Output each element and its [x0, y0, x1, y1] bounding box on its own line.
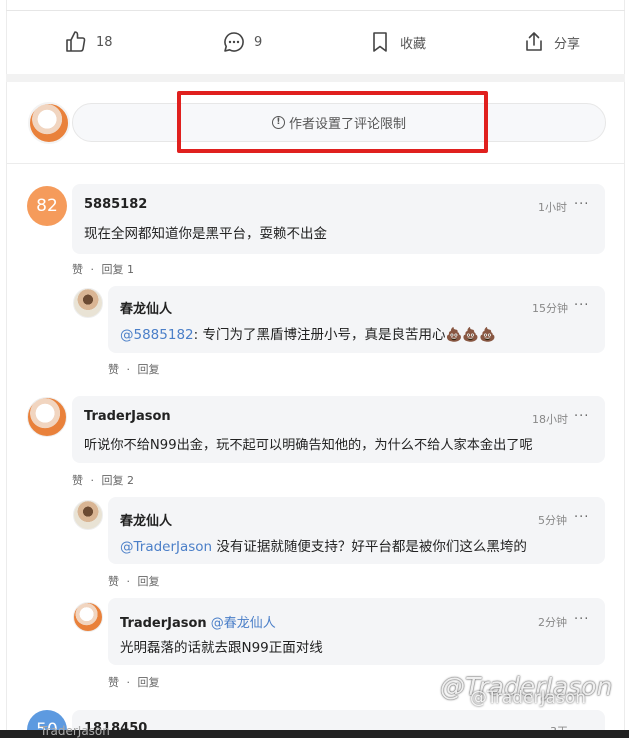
comment-text: 现在全网都知道你是黑平台，耍赖不出金 [84, 226, 327, 242]
avatar[interactable]: 82 [27, 186, 67, 226]
more-options-icon[interactable]: ··· [574, 409, 589, 424]
red-highlight-box [177, 91, 488, 153]
like-count: 18 [96, 34, 113, 50]
watermark-secondary: @TraderJason [470, 688, 586, 708]
reply-meta: 赞 · 回复 [108, 361, 164, 377]
avatar[interactable] [73, 602, 103, 632]
reply-text: @TraderJason 没有证据就随便支持？好平台都是被你们这么黑垮的 [120, 535, 527, 555]
more-options-icon[interactable]: ··· [574, 612, 589, 627]
comment-meta: 赞 · 回复 1 [72, 261, 138, 277]
mention-link[interactable]: @TraderJason [120, 539, 212, 555]
reply-author-name[interactable]: TraderJason [120, 616, 207, 631]
action-bar: 18 9 收藏 分享 [6, 12, 625, 74]
avatar[interactable] [73, 500, 103, 530]
reply-link[interactable]: 回复 [138, 363, 160, 376]
bottom-label: TraderJason [40, 724, 110, 738]
dot-separator: · [90, 263, 95, 276]
comment-bubble [72, 184, 605, 254]
reply-to-mention[interactable]: @春龙仙人 [211, 616, 276, 631]
divider [6, 10, 625, 11]
mention-link[interactable]: @5885182 [120, 327, 194, 343]
bookmark-icon [373, 32, 387, 52]
section-divider [6, 74, 625, 82]
like-link[interactable]: 赞 [108, 575, 119, 588]
like-link[interactable]: 赞 [72, 263, 83, 276]
reply-author[interactable]: TraderJason @春龙仙人 [120, 612, 276, 631]
reply-time: 2分钟 [538, 616, 567, 629]
like-link[interactable]: 赞 [108, 363, 119, 376]
comment-button[interactable]: 9 [222, 30, 262, 54]
like-link[interactable]: 赞 [108, 676, 119, 689]
more-options-icon[interactable]: ··· [574, 510, 589, 525]
thumbs-up-icon [66, 31, 86, 52]
dot-separator: · [126, 676, 131, 689]
reply-link[interactable]: 回复 2 [102, 474, 135, 487]
reply-meta: 赞 · 回复 [108, 674, 164, 690]
reply-author[interactable]: 春龙仙人 [120, 298, 172, 317]
like-link[interactable]: 赞 [72, 474, 83, 487]
comment-time: 18小时 [532, 413, 568, 426]
reply-link[interactable]: 回复 [138, 676, 160, 689]
reply-time: 5分钟 [538, 514, 567, 527]
more-options-icon[interactable]: ··· [574, 197, 589, 212]
reply-text: 光明磊落的话就去跟N99正面对线 [120, 640, 323, 656]
favorite-label: 收藏 [400, 36, 427, 52]
comment-time: 1小时 [538, 201, 567, 214]
reply-link[interactable]: 回复 [138, 575, 160, 588]
avatar[interactable] [73, 288, 103, 318]
comment-meta: 赞 · 回复 2 [72, 472, 138, 488]
reply-author[interactable]: 春龙仙人 [120, 510, 172, 529]
comment-count: 9 [254, 34, 263, 50]
dot-separator: · [90, 474, 95, 487]
favorite-button[interactable]: 收藏 [368, 30, 426, 54]
dot-separator: · [126, 575, 131, 588]
current-user-avatar [28, 102, 70, 144]
share-button[interactable]: 分享 [522, 30, 580, 54]
reply-text: @5885182: 专门为了黑盾博注册小号，真是良苦用心💩💩💩 [120, 323, 496, 343]
reply-link[interactable]: 回复 1 [102, 263, 135, 276]
reply-body: : 专门为了黑盾博注册小号，真是良苦用心💩💩💩 [193, 327, 496, 343]
reply-time: 15分钟 [532, 302, 568, 315]
comment-author[interactable]: TraderJason [84, 409, 171, 424]
comment-author[interactable]: 5885182 [84, 197, 147, 212]
share-label: 分享 [554, 36, 581, 52]
share-icon [526, 32, 542, 51]
dot-separator: · [126, 363, 131, 376]
more-options-icon[interactable]: ··· [574, 298, 589, 313]
avatar[interactable] [27, 397, 67, 437]
comment-text: 听说你不给N99出金，玩不起可以明确告知他的，为什么不给人家本金出了呢 [84, 438, 533, 453]
reply-body: 没有证据就随便支持？好平台都是被你们这么黑垮的 [212, 539, 527, 555]
like-button[interactable]: 18 [64, 30, 113, 54]
reply-meta: 赞 · 回复 [108, 573, 164, 589]
comment-icon [224, 32, 244, 52]
